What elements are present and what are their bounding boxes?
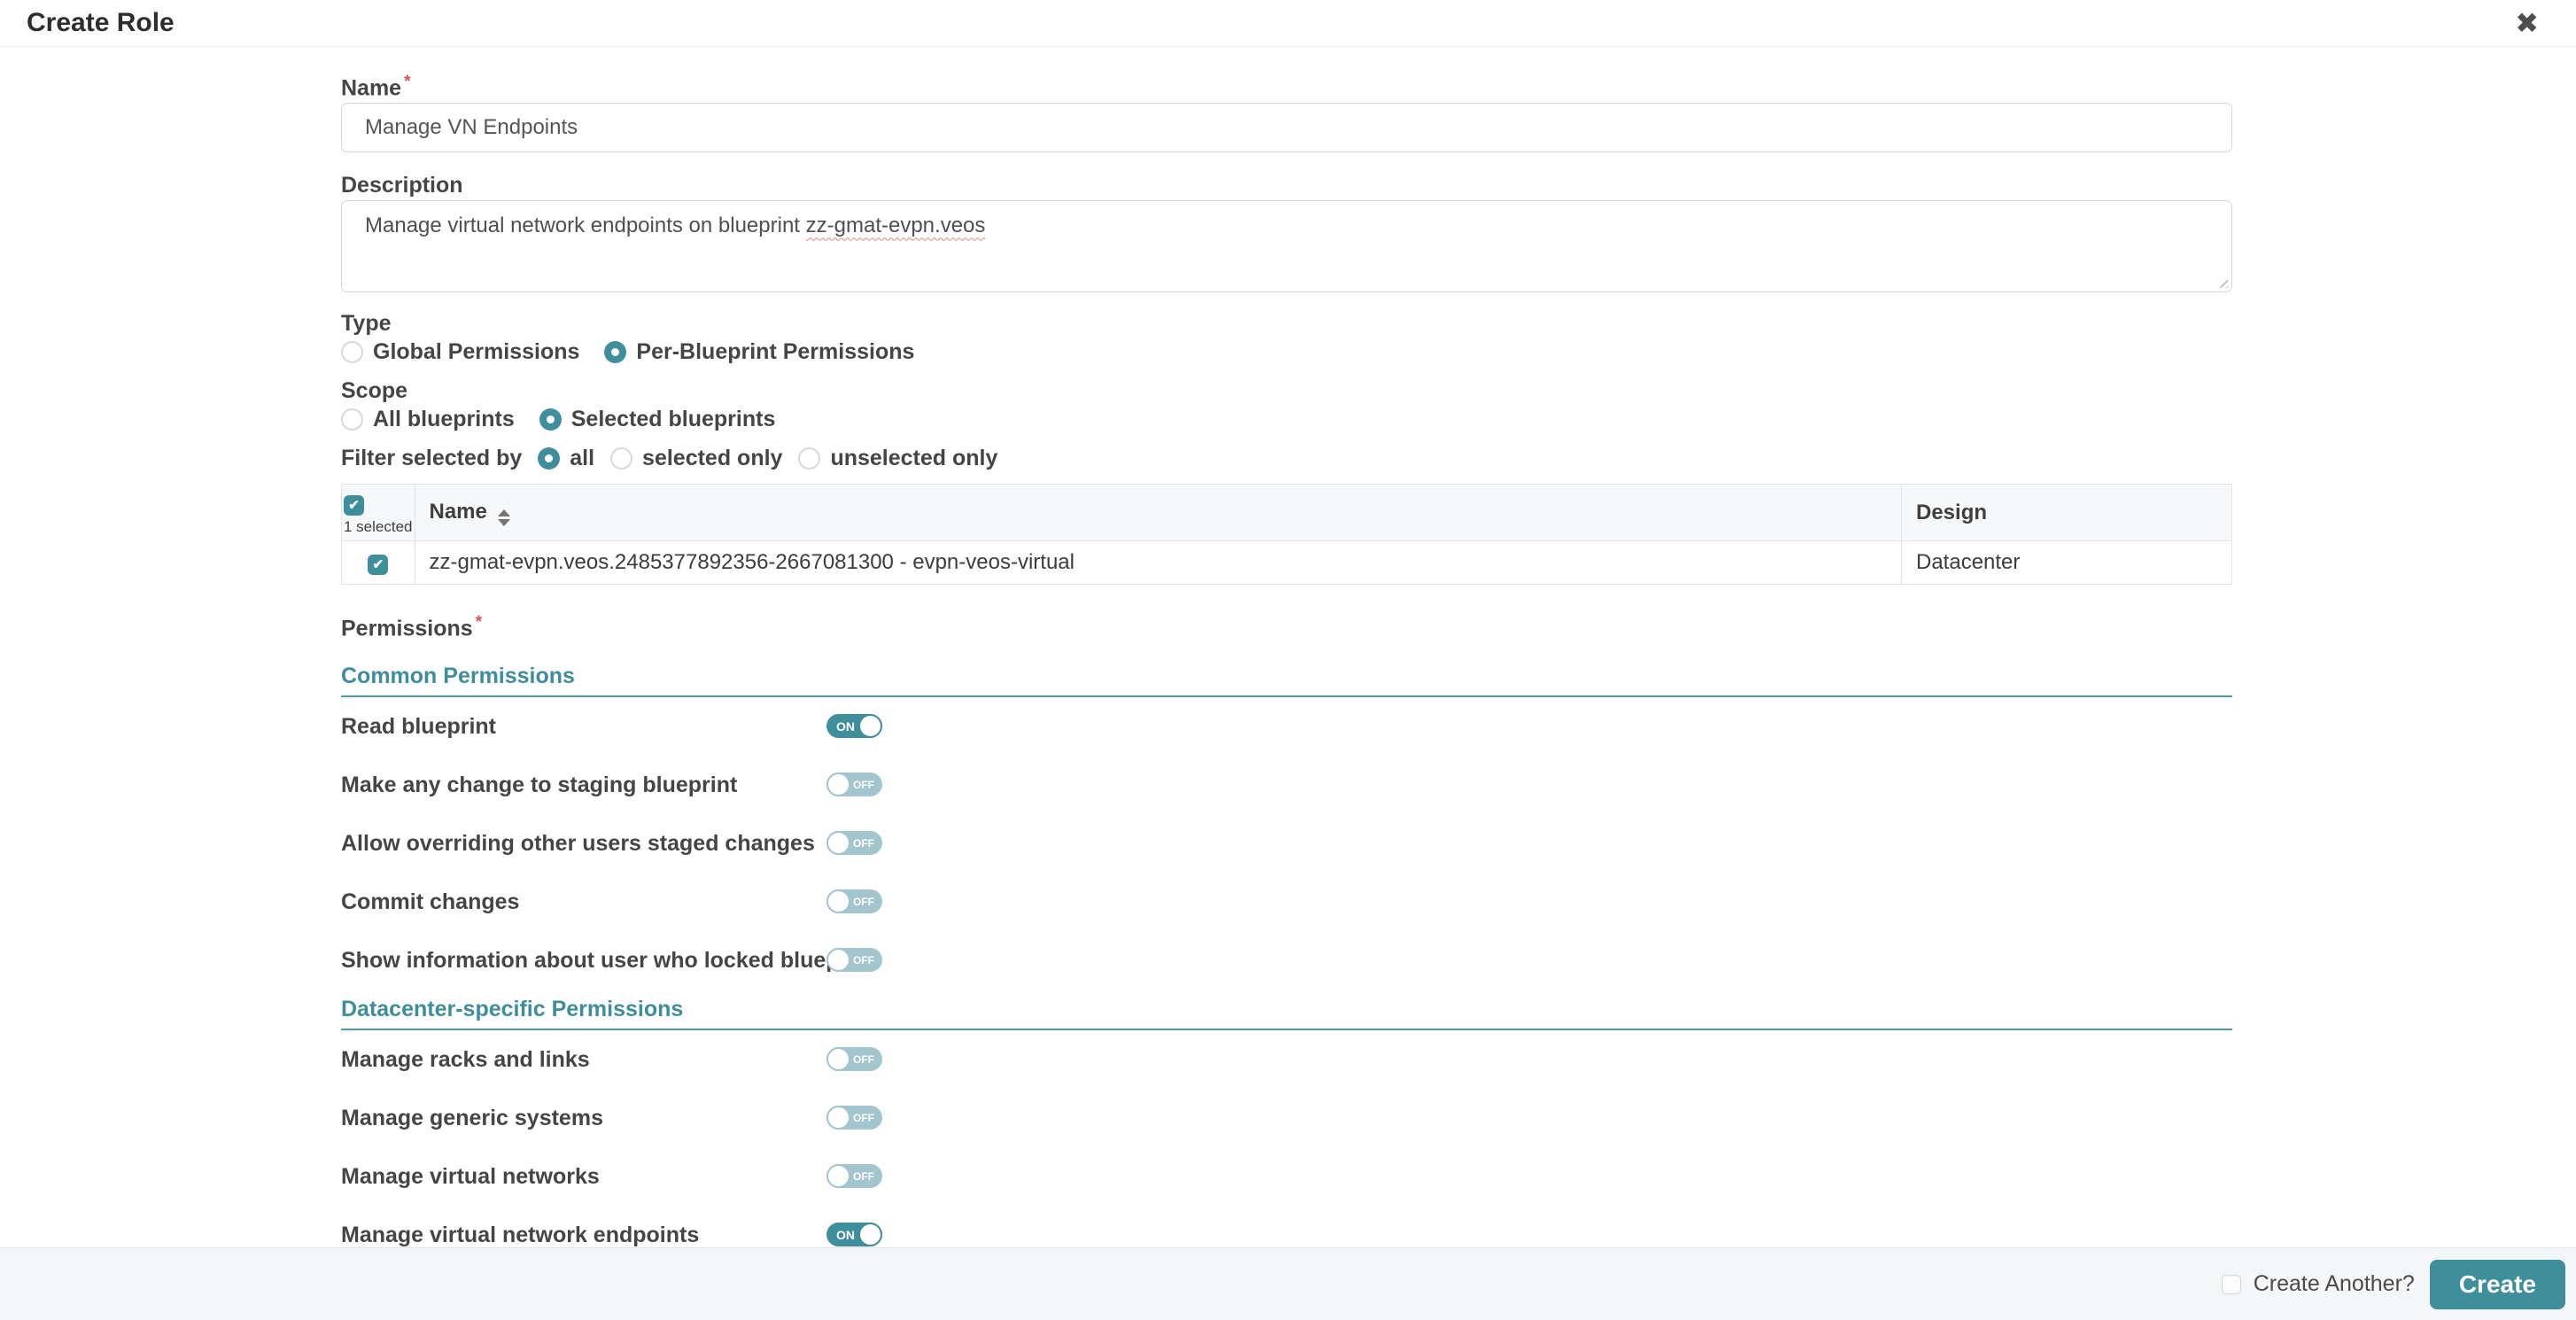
radio-icon xyxy=(341,408,363,431)
toggle-make-any-change-to-staging-blueprint[interactable]: OFF xyxy=(826,772,882,796)
toggle-knob xyxy=(826,830,850,855)
name-input[interactable] xyxy=(341,103,2232,153)
filter-radio-group: Filter selected by all selected only uns… xyxy=(341,445,2232,471)
toggle-knob xyxy=(826,947,850,972)
row-checkbox[interactable]: ✔ xyxy=(368,554,389,575)
description-misspelled-text: zz-gmat-evpn.veos xyxy=(805,214,986,238)
create-another-label: Create Another? xyxy=(2253,1271,2415,1296)
toggle-manage-racks-and-links[interactable]: OFF xyxy=(826,1046,882,1071)
toggle-show-lock-user-info[interactable]: OFF xyxy=(826,947,882,972)
description-label: Description xyxy=(341,173,463,198)
permission-row: Manage racks and links OFF xyxy=(341,1046,2232,1073)
type-radio-group: Global Permissions Per-Blueprint Permiss… xyxy=(341,338,2232,365)
row-checkbox-cell: ✔ xyxy=(341,540,415,586)
toggle-knob xyxy=(826,1046,850,1071)
create-button[interactable]: Create xyxy=(2429,1259,2565,1309)
create-another-checkbox[interactable] xyxy=(2221,1274,2241,1294)
description-text: Manage virtual network endpoints on blue… xyxy=(365,214,806,238)
radio-selected-icon xyxy=(604,340,627,363)
toggle-knob xyxy=(858,713,882,738)
toggle-manage-generic-systems[interactable]: OFF xyxy=(826,1105,882,1130)
toggle-knob xyxy=(826,772,850,796)
filter-label: Filter selected by xyxy=(341,446,523,471)
row-name-cell: zz-gmat-evpn.veos.2485377892356-26670813… xyxy=(414,540,1902,586)
permission-row: Manage virtual network endpoints ON xyxy=(341,1222,2232,1247)
toggle-manage-virtual-network-endpoints[interactable]: ON xyxy=(826,1222,882,1246)
name-label: Name * xyxy=(341,73,411,101)
toggle-knob xyxy=(826,1105,850,1130)
scope-radio-group: All blueprints Selected blueprints xyxy=(341,406,2232,432)
toggle-read-blueprint[interactable]: ON xyxy=(826,713,882,738)
table-row: ✔ zz-gmat-evpn.veos.2485377892356-266708… xyxy=(341,540,2232,586)
permission-row: Read blueprint ON xyxy=(341,713,2232,740)
select-all-header: ✔ 1 selected xyxy=(341,484,415,542)
row-design-cell: Datacenter xyxy=(1901,540,2232,586)
radio-all-blueprints[interactable]: All blueprints xyxy=(341,407,515,432)
radio-selected-icon xyxy=(539,408,562,431)
scope-label: Scope xyxy=(341,378,408,404)
radio-global-permissions[interactable]: Global Permissions xyxy=(341,339,579,365)
required-asterisk: * xyxy=(404,73,411,91)
radio-icon xyxy=(341,340,363,363)
permission-row: Manage virtual networks OFF xyxy=(341,1163,2232,1190)
toggle-knob xyxy=(858,1222,882,1246)
toggle-allow-overriding-staged-changes[interactable]: OFF xyxy=(826,830,882,855)
description-textarea[interactable]: Manage virtual network endpoints on blue… xyxy=(341,200,2232,293)
create-another-option[interactable]: Create Another? xyxy=(2221,1271,2415,1297)
radio-per-blueprint-permissions[interactable]: Per-Blueprint Permissions xyxy=(604,339,914,365)
radio-selected-blueprints[interactable]: Selected blueprints xyxy=(539,407,775,432)
type-label: Type xyxy=(341,311,392,337)
section-title-datacenter-permissions: Datacenter-specific Permissions xyxy=(341,997,2232,1030)
create-role-form: Name* Description Manage virtual network… xyxy=(0,48,2576,1247)
radio-filter-unselected-only[interactable]: unselected only xyxy=(798,446,997,471)
resize-handle-icon[interactable] xyxy=(2215,275,2228,289)
toggle-knob xyxy=(826,1163,850,1188)
table-header-row: ✔ 1 selected Name Design xyxy=(341,484,2232,542)
permission-row: Commit changes OFF xyxy=(341,889,2232,915)
sort-icon[interactable] xyxy=(497,509,510,526)
modal-footer: Create Another? Create xyxy=(0,1247,2576,1320)
required-asterisk: * xyxy=(475,613,483,633)
page-title: Create Role xyxy=(27,8,175,37)
permissions-label: Permissions * xyxy=(341,613,483,641)
modal-header: Create Role ✖ xyxy=(0,0,2576,47)
selected-count: 1 selected xyxy=(344,518,413,536)
permission-row: Show information about user who locked b… xyxy=(341,947,2232,974)
section-title-common-permissions: Common Permissions xyxy=(341,664,2232,697)
radio-icon xyxy=(610,446,633,470)
permission-row: Allow overriding other users staged chan… xyxy=(341,830,2232,857)
select-all-checkbox[interactable]: ✔ xyxy=(344,494,364,516)
radio-filter-all[interactable]: all xyxy=(538,446,594,471)
toggle-knob xyxy=(826,889,850,913)
blueprint-table: ✔ 1 selected Name Design ✔ zz-gmat-evpn.… xyxy=(341,484,2232,586)
permission-row: Make any change to staging blueprint OFF xyxy=(341,772,2232,798)
column-header-name[interactable]: Name xyxy=(414,484,1902,542)
permission-row: Manage generic systems OFF xyxy=(341,1105,2232,1131)
radio-filter-selected-only[interactable]: selected only xyxy=(610,446,782,471)
toggle-manage-virtual-networks[interactable]: OFF xyxy=(826,1163,882,1188)
close-icon[interactable]: ✖ xyxy=(2515,9,2539,37)
column-header-design: Design xyxy=(1901,484,2232,542)
toggle-commit-changes[interactable]: OFF xyxy=(826,889,882,913)
radio-selected-icon xyxy=(538,446,561,470)
radio-icon xyxy=(798,446,821,470)
